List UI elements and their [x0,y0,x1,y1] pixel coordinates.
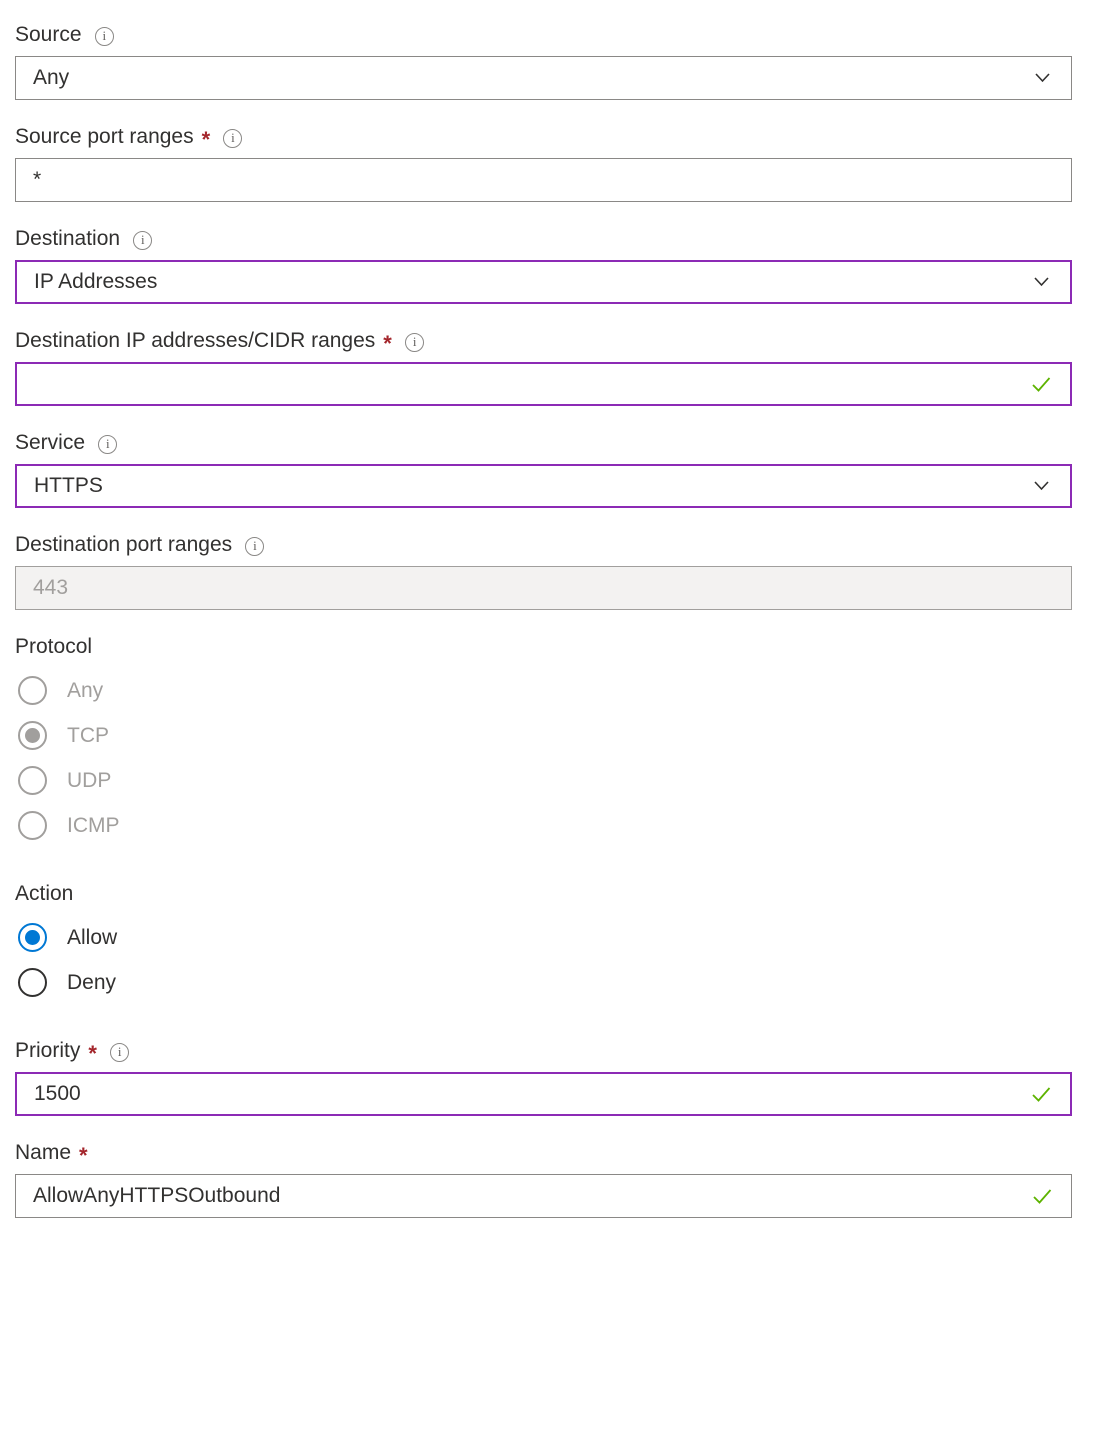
valid-check-icon [1030,373,1052,395]
service-value: HTTPS [34,473,103,499]
info-icon[interactable]: i [245,537,264,556]
radio-label-any: Any [67,678,103,704]
field-label-destination-port-ranges: Destination port ranges [15,532,232,558]
chevron-down-icon [1033,273,1050,290]
spacer [15,1029,1072,1038]
radio-label-deny: Deny [67,970,116,996]
name-value: AllowAnyHTTPSOutbound [33,1183,280,1209]
chevron-down-icon [1034,69,1051,86]
security-rule-form: Source i Any Source port ranges * i * De… [0,0,1107,1218]
field-label-source-port-ranges: Source port ranges [15,124,194,150]
radio-button-deny[interactable] [18,968,47,997]
radio-protocol-any[interactable]: Any [15,668,1072,713]
priority-value: 1500 [34,1081,81,1107]
field-service: Service i HTTPS [15,430,1072,508]
label-row-source: Source i [15,22,1072,48]
radio-button-any[interactable] [18,676,47,705]
field-source-port-ranges: Source port ranges * i * [15,124,1072,202]
radio-button-icmp[interactable] [18,811,47,840]
radio-protocol-tcp[interactable]: TCP [15,713,1072,758]
priority-input[interactable]: 1500 [15,1072,1072,1116]
radio-label-udp: UDP [67,768,111,794]
name-input[interactable]: AllowAnyHTTPSOutbound [15,1174,1072,1218]
info-icon[interactable]: i [95,27,114,46]
field-destination: Destination i IP Addresses [15,226,1072,304]
source-port-ranges-value: * [33,167,41,193]
spacer [15,872,1072,881]
field-label-priority: Priority [15,1038,80,1064]
destination-port-ranges-value: 443 [33,575,68,601]
protocol-group-title: Protocol [15,634,1072,660]
field-priority: Priority * i 1500 [15,1038,1072,1116]
radio-protocol-udp[interactable]: UDP [15,758,1072,803]
field-name: Name * AllowAnyHTTPSOutbound [15,1140,1072,1218]
required-asterisk: * [88,1044,97,1064]
service-dropdown[interactable]: HTTPS [15,464,1072,508]
info-icon[interactable]: i [133,231,152,250]
required-asterisk: * [202,130,211,150]
label-row-name: Name * [15,1140,1072,1166]
field-source: Source i Any [15,22,1072,100]
field-label-service: Service [15,430,85,456]
info-icon[interactable]: i [405,333,424,352]
destination-ip-cidr-input[interactable] [15,362,1072,406]
required-asterisk: * [383,334,392,354]
radio-action-deny[interactable]: Deny [15,960,1072,1005]
label-row-source-port-ranges: Source port ranges * i [15,124,1072,150]
destination-dropdown[interactable]: IP Addresses [15,260,1072,304]
action-group-title: Action [15,881,1072,907]
valid-check-icon [1030,1083,1052,1105]
radio-label-icmp: ICMP [67,813,120,839]
radio-button-udp[interactable] [18,766,47,795]
valid-check-icon [1031,1185,1053,1207]
destination-port-ranges-input: 443 [15,566,1072,610]
radio-label-allow: Allow [67,925,117,951]
radio-button-allow[interactable] [18,923,47,952]
protocol-radio-group: Protocol Any TCP UDP ICMP [15,634,1072,848]
label-row-priority: Priority * i [15,1038,1072,1064]
info-icon[interactable]: i [110,1043,129,1062]
destination-value: IP Addresses [34,269,157,295]
radio-button-tcp[interactable] [18,721,47,750]
label-row-destination-port-ranges: Destination port ranges i [15,532,1072,558]
field-label-source: Source [15,22,82,48]
source-value: Any [33,65,69,91]
field-label-destination-ip-cidr: Destination IP addresses/CIDR ranges [15,328,375,354]
label-row-destination-ip-cidr: Destination IP addresses/CIDR ranges * i [15,328,1072,354]
radio-action-allow[interactable]: Allow [15,915,1072,960]
required-asterisk: * [79,1146,88,1166]
info-icon[interactable]: i [223,129,242,148]
radio-label-tcp: TCP [67,723,109,749]
field-label-name: Name [15,1140,71,1166]
radio-protocol-icmp[interactable]: ICMP [15,803,1072,848]
chevron-down-icon [1033,477,1050,494]
source-dropdown[interactable]: Any [15,56,1072,100]
field-destination-ip-cidr: Destination IP addresses/CIDR ranges * i [15,328,1072,406]
label-row-service: Service i [15,430,1072,456]
label-row-destination: Destination i [15,226,1072,252]
action-radio-group: Action Allow Deny [15,881,1072,1005]
field-destination-port-ranges: Destination port ranges i 443 [15,532,1072,610]
info-icon[interactable]: i [98,435,117,454]
field-label-destination: Destination [15,226,120,252]
source-port-ranges-input[interactable]: * [15,158,1072,202]
